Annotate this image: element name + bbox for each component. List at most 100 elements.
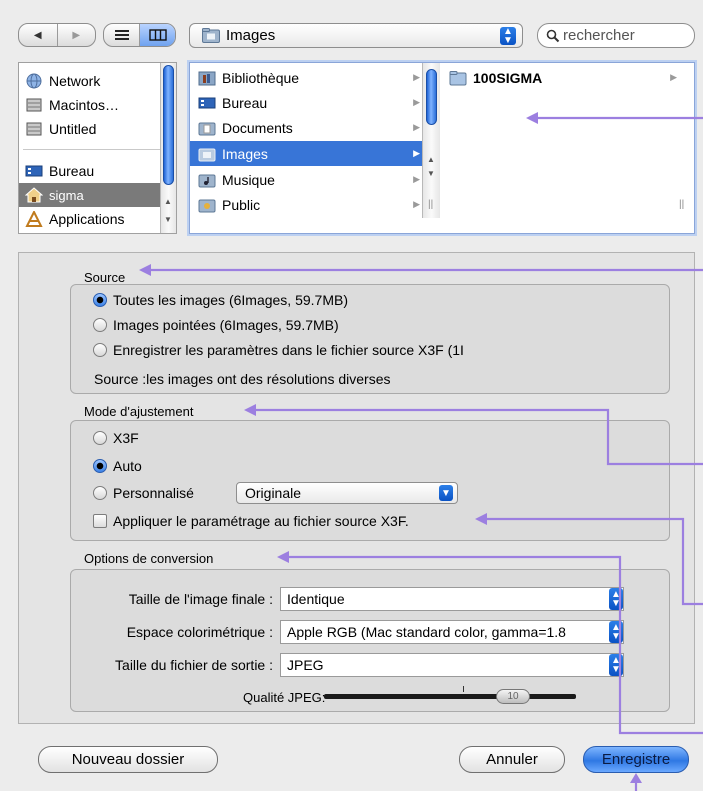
browser-item-label: Musique — [222, 171, 275, 188]
hard-disk-icon — [26, 122, 42, 136]
scroll-up-arrow-icon[interactable]: ▲ — [164, 197, 172, 206]
image-size-value: Identique — [287, 591, 345, 607]
output-file-popup[interactable]: JPEG ▲ ▼ — [280, 653, 624, 677]
source-option-save-params[interactable]: Enregistrer les paramètres dans le fichi… — [93, 342, 563, 358]
browser-item-100sigma[interactable]: 100SIGMA ▶ — [441, 65, 685, 90]
slider-thumb[interactable]: 10 — [496, 689, 530, 704]
source-group-title: Source — [84, 270, 126, 285]
browser-item-documents[interactable]: Documents ▶ — [190, 115, 428, 140]
sidebar-item-network[interactable]: Network — [19, 69, 175, 93]
browser-item-musique[interactable]: Musique ▶ — [190, 167, 428, 192]
column-resize-handle[interactable]: || — [679, 199, 684, 210]
radio-button[interactable] — [93, 486, 107, 500]
radio-label: Personnalisé — [113, 485, 194, 501]
browser-item-bibliotheque[interactable]: Bibliothèque ▶ — [190, 65, 428, 90]
apply-to-x3f-checkbox-row[interactable]: Appliquer le paramétrage au fichier sour… — [93, 513, 409, 529]
column-resize-handle[interactable]: || — [428, 199, 433, 210]
radio-button[interactable] — [93, 431, 107, 445]
browser-item-label: Public — [222, 196, 261, 213]
radio-label: Auto — [113, 458, 142, 474]
sidebar-item-label: Untitled — [49, 121, 97, 137]
chevron-right-icon: ▶ — [413, 122, 420, 132]
chevron-right-icon: ▶ — [670, 72, 677, 82]
back-arrow-icon: ◀ — [33, 29, 42, 41]
chevron-updown-icon: ▲ ▼ — [609, 654, 623, 676]
chevron-right-icon: ▶ — [413, 97, 420, 107]
applications-icon — [25, 211, 43, 227]
jpeg-quality-slider[interactable]: 10 — [324, 686, 576, 704]
radio-button[interactable] — [93, 318, 107, 332]
browser-item-label: Documents — [222, 119, 293, 136]
adjust-option-x3f[interactable]: X3F — [93, 430, 139, 446]
radio-button[interactable] — [93, 343, 107, 357]
scroll-up-arrow-icon[interactable]: ▲ — [427, 155, 435, 164]
sidebar-item-applications[interactable]: Applications — [19, 207, 175, 231]
scroll-down-arrow-icon[interactable]: ▼ — [164, 215, 172, 224]
location-popup[interactable]: Images ▲ ▼ — [189, 23, 523, 48]
image-size-label: Taille de l'image finale : — [128, 591, 273, 607]
new-folder-button[interactable]: Nouveau dossier — [38, 746, 218, 773]
chevron-down-icon: ▼ — [503, 35, 513, 46]
radio-label: Images pointées (6Images, 59.7MB) — [113, 317, 339, 333]
radio-label: Enregistrer les paramètres dans le fichi… — [113, 342, 464, 358]
chevron-right-icon: ▶ — [413, 72, 420, 82]
color-space-label: Espace colorimétrique : — [126, 624, 273, 640]
library-folder-icon — [198, 71, 216, 85]
sidebar-item-label: sigma — [49, 187, 84, 203]
save-label: Enregistre — [601, 751, 671, 768]
adjust-option-auto[interactable]: Auto — [93, 458, 142, 474]
search-field[interactable]: rechercher — [537, 23, 695, 48]
desktop-icon — [198, 97, 216, 108]
chevron-right-icon: ▶ — [413, 199, 420, 209]
slider-value: 10 — [507, 691, 519, 702]
browser-item-bureau[interactable]: Bureau ▶ — [190, 90, 428, 115]
source-option-selected[interactable]: Images pointées (6Images, 59.7MB) — [93, 317, 339, 333]
adjust-option-custom[interactable]: Personnalisé — [93, 485, 194, 501]
column1-scroll-thumb[interactable] — [426, 69, 437, 125]
column-view-button[interactable] — [140, 24, 175, 46]
forward-button[interactable]: ▶ — [58, 24, 96, 46]
back-button[interactable]: ◀ — [19, 24, 58, 46]
folder-icon — [449, 70, 467, 85]
output-file-label: Taille du fichier de sortie : — [115, 657, 273, 673]
source-option-all[interactable]: Toutes les images (6Images, 59.7MB) — [93, 292, 348, 308]
color-space-popup[interactable]: Apple RGB (Mac standard color, gamma=1.8… — [280, 620, 624, 644]
column1-scrollbar[interactable]: ▲ ▼ || — [422, 63, 440, 218]
radio-button[interactable] — [93, 293, 107, 307]
save-button[interactable]: Enregistre — [583, 746, 689, 773]
browser-item-label: Bureau — [222, 94, 268, 111]
color-space-value: Apple RGB (Mac standard color, gamma=1.8 — [287, 624, 566, 640]
location-popup-arrows: ▲ ▼ — [500, 27, 516, 46]
sidebar-item-bureau[interactable]: Bureau — [19, 159, 175, 183]
forward-arrow-icon: ▶ — [72, 29, 81, 41]
radio-label: X3F — [113, 430, 139, 446]
desktop-icon — [25, 165, 43, 177]
sidebar-item-untitled[interactable]: Untitled — [19, 117, 175, 141]
radio-button[interactable] — [93, 459, 107, 473]
sidebar-item-label: Applications — [49, 211, 125, 227]
sidebar-item-macintosh[interactable]: Macintos… — [19, 93, 175, 117]
location-label: Images — [226, 27, 276, 44]
browser-item-images[interactable]: Images ▶ — [190, 141, 428, 166]
sidebar-scrollbar[interactable]: ▲ ▼ — [160, 63, 176, 233]
cancel-button[interactable]: Annuler — [459, 746, 565, 773]
browser-item-label: 100SIGMA — [473, 69, 543, 86]
sidebar-item-label: Bureau — [49, 163, 95, 179]
conversion-group-title: Options de conversion — [84, 551, 214, 566]
images-folder-icon — [202, 28, 220, 43]
images-folder-icon — [198, 148, 216, 161]
sidebar-item-sigma[interactable]: sigma — [19, 183, 175, 207]
apply-to-x3f-checkbox[interactable] — [93, 514, 107, 528]
sidebar-scroll-thumb[interactable] — [163, 65, 174, 185]
column-browser: Bibliothèque ▶ Bureau ▶ Documents ▶ Imag… — [189, 62, 695, 234]
search-placeholder: rechercher — [563, 27, 635, 44]
browser-item-public[interactable]: Public ▶ — [190, 192, 428, 217]
scroll-down-arrow-icon[interactable]: ▼ — [427, 169, 435, 178]
browser-item-label: Bibliothèque — [222, 69, 300, 86]
chevron-right-icon: ▶ — [413, 148, 420, 158]
list-view-button[interactable] — [104, 24, 140, 46]
slider-tick — [463, 686, 464, 692]
image-size-popup[interactable]: Identique ▲ ▼ — [280, 587, 624, 611]
adjust-group-title: Mode d'ajustement — [84, 404, 194, 419]
custom-mode-popup[interactable]: Originale ▼ — [236, 482, 458, 504]
